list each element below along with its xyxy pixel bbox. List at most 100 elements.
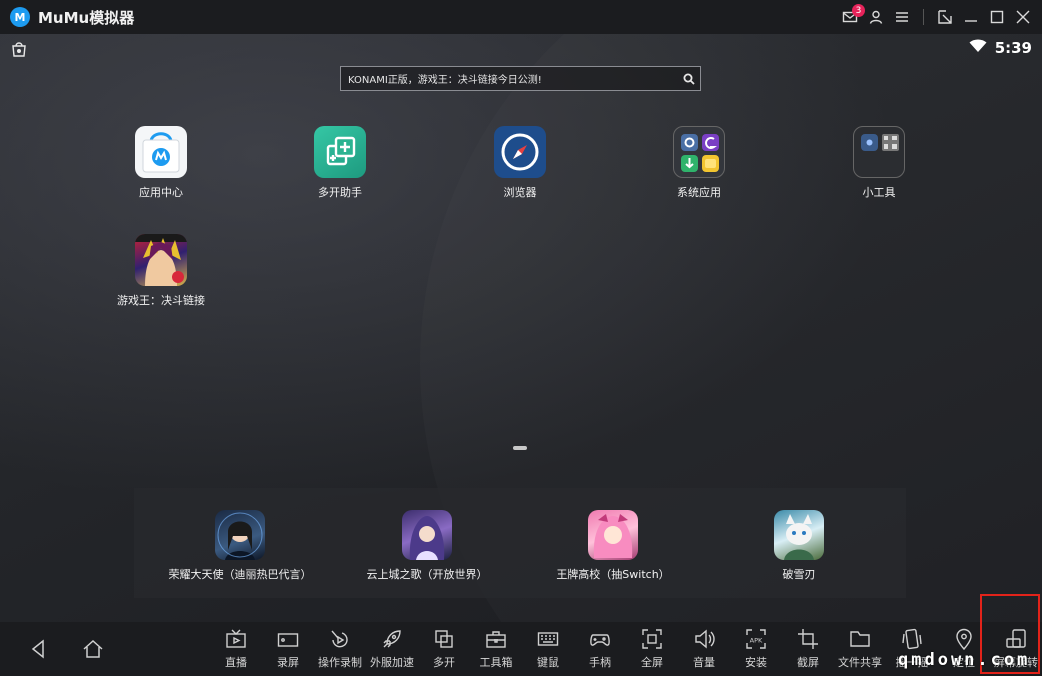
compass-icon [494, 126, 546, 178]
keyboard-icon [537, 632, 559, 646]
dock-app[interactable]: 云上城之歌（开放世界） [342, 510, 512, 582]
bottom-toolbar: 直播 录屏 操作录制 外服加速 多开 工具箱 键鼠 手柄 全屏 音量 APK 安… [0, 622, 1042, 676]
yugioh-game-icon [135, 234, 187, 286]
tools-folder[interactable]: 小工具 [824, 126, 934, 200]
minimize-button[interactable] [960, 6, 982, 28]
tool-label: 多开 [433, 656, 455, 669]
home-button[interactable] [80, 636, 106, 662]
apk-install-button[interactable]: APK 安装 [728, 628, 784, 670]
multi-instance-button[interactable]: 多开 [416, 628, 472, 670]
gamepad-button[interactable]: 手柄 [572, 628, 628, 670]
app-label: 应用中心 [139, 186, 183, 199]
app-label: 系统应用 [677, 186, 721, 199]
svg-text:APK: APK [750, 637, 763, 645]
tool-label: 外服加速 [370, 656, 414, 669]
app-label: 浏览器 [503, 186, 537, 199]
gamepad-icon [590, 634, 610, 646]
multi-instance-shortcut[interactable]: 多开助手 [285, 126, 395, 200]
dock-app[interactable]: 荣耀大天使（迪丽热巴代言） [155, 510, 325, 582]
live-stream-button[interactable]: 直播 [208, 628, 264, 670]
game-icon [402, 510, 452, 560]
notification-badge: 3 [852, 4, 865, 17]
search-text: KONAMI正版，游戏王：决斗链接今日公测! [348, 75, 542, 86]
macro-record-button[interactable]: 操作录制 [312, 628, 368, 670]
toolbox-icon [486, 631, 506, 648]
status-bar: 5:39 [969, 38, 1032, 57]
toolbox-button[interactable]: 工具箱 [468, 628, 524, 670]
game-icon [774, 510, 824, 560]
volume-icon [695, 629, 715, 649]
maximize-button[interactable] [986, 6, 1008, 28]
mail-button[interactable]: 3 [839, 4, 865, 28]
window-controls: 3 [839, 0, 1034, 34]
rocket-icon [383, 630, 401, 648]
tool-label: 全屏 [641, 656, 663, 669]
close-button[interactable] [1012, 6, 1034, 28]
fullscreen-icon [642, 629, 662, 649]
dock-app[interactable]: 王牌高校（抽Switch） [528, 510, 698, 582]
multi-instance-icon [314, 126, 366, 178]
fullscreen-button[interactable]: 全屏 [624, 628, 680, 670]
macro-record-icon [331, 630, 348, 648]
status-clock: 5:39 [994, 38, 1032, 57]
close-icon [1016, 10, 1030, 24]
back-button[interactable] [26, 636, 52, 662]
user-icon [869, 10, 883, 24]
volume-button[interactable]: 音量 [676, 628, 732, 670]
dock-app-label: 破雪刃 [782, 568, 816, 581]
back-arrow-icon [31, 639, 44, 659]
dock-app-label: 王牌高校（抽Switch） [556, 568, 670, 581]
keyboard-mouse-button[interactable]: 键鼠 [520, 628, 576, 670]
overseas-accelerator-button[interactable]: 外服加速 [364, 628, 420, 670]
video-camera-icon [277, 633, 299, 647]
page-indicator [513, 446, 527, 450]
app-label: 游戏王：决斗链接 [117, 294, 205, 307]
browser-shortcut[interactable]: 浏览器 [465, 126, 575, 200]
menu-button[interactable] [891, 6, 913, 28]
search-bar[interactable]: KONAMI正版，游戏王：决斗链接今日公测! [340, 66, 701, 91]
app-store-shortcut[interactable]: 应用中心 [106, 126, 216, 200]
location-pin-icon [956, 628, 972, 650]
dock-app-label: 荣耀大天使（迪丽热巴代言） [168, 568, 312, 581]
game-icon [588, 510, 638, 560]
wifi-icon [969, 38, 987, 57]
app-store-icon [135, 126, 187, 178]
search-icon[interactable] [678, 68, 700, 90]
mumu-logo-icon: M [10, 7, 30, 27]
dock-app[interactable]: 破雪刃 [714, 510, 884, 582]
tool-label: 工具箱 [479, 656, 513, 669]
tool-label: 音量 [693, 656, 715, 669]
watermark: qmdown.com [898, 650, 1031, 670]
yugioh-shortcut[interactable]: 游戏王：决斗链接 [106, 234, 216, 308]
multi-window-icon [435, 630, 453, 648]
screen-record-button[interactable]: 录屏 [260, 628, 316, 670]
shake-icon [902, 628, 922, 650]
divider [923, 9, 924, 25]
hamburger-menu-icon [896, 12, 908, 22]
maximize-icon [990, 10, 1004, 24]
screenshot-button[interactable]: 截屏 [780, 628, 836, 670]
tool-label: 截屏 [797, 656, 819, 669]
game-icon [215, 510, 265, 560]
account-button[interactable] [865, 6, 887, 28]
folder-icon [673, 126, 725, 178]
system-apps-folder[interactable]: 系统应用 [644, 126, 754, 200]
mini-mode-button[interactable] [934, 6, 956, 28]
apk-install-icon: APK [746, 629, 766, 649]
folder-icon [850, 631, 870, 647]
tool-label: 录屏 [277, 656, 299, 669]
title-bar: M MuMu模拟器 3 [0, 0, 1042, 34]
tool-label: 直播 [225, 656, 247, 669]
shrink-window-icon [938, 10, 952, 24]
tool-label: 安装 [745, 656, 767, 669]
minimize-icon [965, 20, 977, 22]
app-label: 多开助手 [318, 186, 362, 199]
tool-label: 手柄 [589, 656, 611, 669]
tool-label: 操作录制 [318, 656, 362, 669]
recommended-games-dock: 荣耀大天使（迪丽热巴代言） 云上城之歌（开放世界） 王牌高校（抽Switch） … [134, 488, 906, 598]
app-label: 小工具 [862, 186, 896, 199]
tv-icon [226, 629, 246, 648]
store-notification-icon [10, 40, 28, 58]
file-share-button[interactable]: 文件共享 [832, 628, 888, 670]
folder-icon [853, 126, 905, 178]
